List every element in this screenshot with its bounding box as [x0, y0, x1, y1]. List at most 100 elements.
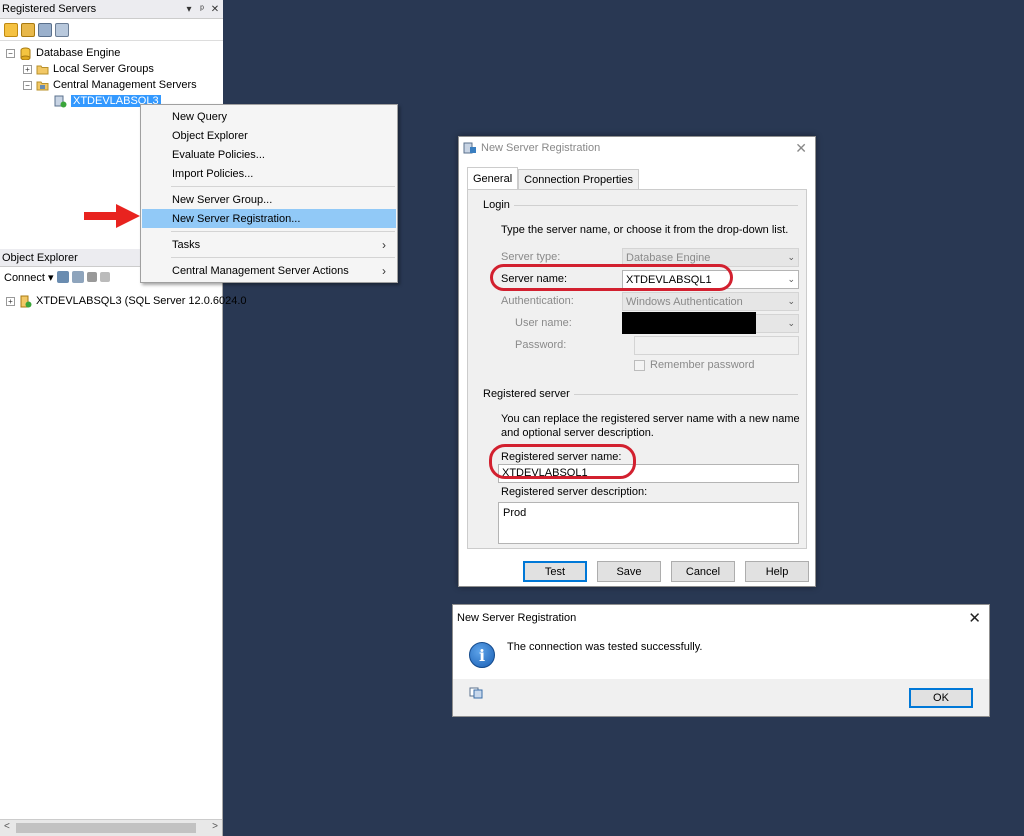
connect-button[interactable]: Connect ▾	[4, 271, 54, 284]
stop-icon[interactable]	[86, 272, 97, 282]
registered-instructions-line2: and optional server description.	[501, 427, 654, 439]
server-name-highlight-oval	[490, 264, 733, 291]
pin-icon[interactable]: ᵖ	[197, 4, 207, 15]
submenu-arrow-icon: ›	[382, 237, 386, 252]
red-arrow-annotation	[84, 204, 140, 228]
menu-item-tasks[interactable]: Tasks ›	[142, 235, 396, 254]
ok-button[interactable]: OK	[909, 688, 973, 708]
message-box-title: New Server Registration	[457, 612, 577, 624]
remember-password-label: Remember password	[650, 359, 755, 371]
login-group-label: Login	[483, 199, 514, 211]
reporting-services-icon[interactable]	[38, 22, 52, 37]
save-button[interactable]: Save	[597, 561, 661, 582]
registered-server-description-label: Registered server description:	[501, 486, 648, 498]
tree-node-local-server-groups[interactable]: + Local Server Groups	[23, 61, 154, 77]
integration-services-icon[interactable]	[55, 22, 69, 37]
menu-item-central-management-server-actions[interactable]: Central Management Server Actions ›	[142, 261, 396, 280]
database-icon	[20, 47, 31, 60]
test-button[interactable]: Test	[523, 561, 587, 582]
message-box-body: i The connection was tested successfully…	[453, 631, 989, 683]
dialog-title: New Server Registration	[481, 142, 601, 154]
context-menu: New Query Object Explorer Evaluate Polic…	[140, 104, 398, 283]
server-registration-icon	[463, 142, 476, 154]
filter-icon[interactable]	[99, 272, 110, 282]
expand-icon[interactable]: +	[23, 64, 32, 74]
message-text: The connection was tested successfully.	[507, 641, 703, 653]
registered-server-icon	[54, 95, 67, 107]
info-icon: i	[469, 642, 495, 668]
panel-menu-icon[interactable]: ▾	[184, 4, 194, 15]
authentication-label: Authentication:	[501, 295, 574, 307]
tree-node-database-engine[interactable]: − Database Engine	[6, 45, 120, 61]
registered-name-highlight-oval	[489, 444, 636, 479]
object-explorer-title: Object Explorer	[2, 251, 78, 264]
connection-success-message-box: New Server Registration ✕ i The connecti…	[452, 604, 990, 717]
remember-password-checkbox	[634, 360, 645, 371]
collapse-icon[interactable]: −	[23, 80, 32, 90]
menu-item-object-explorer[interactable]: Object Explorer	[142, 126, 396, 145]
tree-label-database-engine: Database Engine	[36, 47, 121, 59]
database-engine-icon[interactable]	[4, 22, 18, 37]
redaction-block	[622, 312, 756, 334]
analysis-services-icon[interactable]	[21, 22, 35, 37]
server-group-icon	[36, 81, 49, 90]
registered-servers-title: Registered Servers	[2, 3, 97, 15]
menu-item-new-server-group[interactable]: New Server Group...	[142, 190, 396, 209]
cancel-button[interactable]: Cancel	[671, 561, 735, 582]
chevron-down-icon: ⌄	[787, 318, 795, 328]
tree-node-central-management-servers[interactable]: − Central Management Servers	[23, 77, 197, 93]
general-tab-body: Login Type the server name, or choose it…	[467, 189, 807, 549]
registered-server-group-label: Registered server	[483, 388, 574, 400]
menu-item-evaluate-policies[interactable]: Evaluate Policies...	[142, 145, 396, 164]
login-group-line	[506, 205, 798, 206]
close-icon[interactable]: ✕	[210, 4, 220, 15]
message-box-titlebar: New Server Registration ✕	[453, 605, 989, 631]
password-field	[634, 336, 799, 355]
folder-icon	[36, 65, 49, 74]
server-type-label: Server type:	[501, 251, 561, 263]
authentication-select: Windows Authentication ⌄	[622, 292, 799, 311]
registered-servers-toolbar	[0, 19, 223, 41]
close-icon[interactable]: ✕	[968, 609, 981, 627]
menu-item-new-server-registration[interactable]: New Server Registration...	[142, 209, 396, 228]
connect-icon[interactable]	[56, 271, 69, 283]
disconnect-icon[interactable]	[71, 271, 84, 283]
user-name-label: User name:	[515, 317, 572, 329]
password-label: Password:	[515, 339, 567, 351]
menu-separator	[171, 257, 395, 258]
collapse-icon[interactable]: −	[6, 48, 15, 58]
chevron-down-icon: ⌄	[787, 296, 795, 306]
message-box-footer: OK	[453, 679, 989, 716]
object-explorer-panel: Object Explorer Connect ▾ + XTDEVLABSQL3…	[0, 249, 247, 836]
help-button[interactable]: Help	[745, 561, 809, 582]
tree-label-central-management-servers: Central Management Servers	[53, 79, 197, 91]
registered-servers-titlebar: Registered Servers ▾ ᵖ ✕	[0, 0, 223, 19]
dialog-titlebar: New Server Registration ✕	[459, 137, 815, 159]
new-server-registration-dialog: New Server Registration ✕ General Connec…	[458, 136, 816, 587]
login-instructions: Type the server name, or choose it from …	[501, 224, 789, 236]
chevron-down-icon: ⌄	[787, 274, 795, 284]
menu-item-new-query[interactable]: New Query	[142, 107, 396, 126]
scroll-left-icon[interactable]: <	[4, 821, 10, 832]
menu-separator	[171, 186, 395, 187]
horizontal-scrollbar[interactable]: < >	[0, 819, 222, 836]
menu-separator	[171, 231, 395, 232]
menu-item-import-policies[interactable]: Import Policies...	[142, 164, 396, 183]
dialog-tabs: General Connection Properties	[467, 167, 639, 189]
expand-icon[interactable]: +	[6, 296, 15, 306]
tree-label-local-server-groups: Local Server Groups	[53, 63, 154, 75]
tree-node-object-explorer-server[interactable]: + XTDEVLABSQL3 (SQL Server 12.0.6024.0	[6, 293, 247, 309]
copy-icon[interactable]	[469, 687, 483, 699]
scroll-right-icon[interactable]: >	[212, 821, 218, 832]
server-connected-icon	[20, 295, 32, 307]
registered-instructions-line1: You can replace the registered server na…	[501, 413, 800, 425]
scroll-thumb[interactable]	[16, 823, 196, 833]
registered-group-line	[568, 394, 798, 395]
tab-connection-properties[interactable]: Connection Properties	[518, 169, 639, 189]
chevron-down-icon: ⌄	[787, 252, 795, 262]
tree-label-object-explorer-server: XTDEVLABSQL3 (SQL Server 12.0.6024.0	[36, 295, 247, 307]
submenu-arrow-icon: ›	[382, 263, 386, 278]
close-icon[interactable]: ✕	[795, 140, 807, 157]
tab-general[interactable]: General	[467, 167, 519, 189]
registered-server-description-textarea[interactable]: Prod	[498, 502, 799, 544]
